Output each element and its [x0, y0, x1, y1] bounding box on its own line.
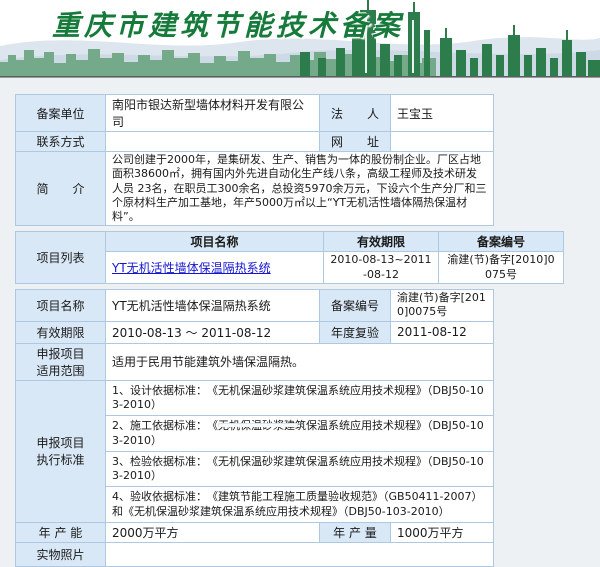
filing-number-label: 备案编号 — [320, 290, 391, 322]
scope-value: 适用于民用节能建筑外墙保温隔热。 — [106, 343, 494, 380]
project-number-cell: 渝建(节)备字[2010]0075号 — [439, 252, 564, 284]
company-info-table: 备案单位 南阳市银达新型墙体材料开发有限公司 法 人 王宝玉 联系方式 网 址 … — [15, 94, 494, 226]
project-validity-cell: 2010-08-13~2011-08-12 — [324, 252, 439, 284]
col-header-validity: 有效期限 — [324, 232, 439, 252]
annual-review-value: 2011-08-12 — [391, 321, 494, 343]
validity-label: 有效期限 — [16, 321, 106, 343]
project-name-value: YT无机活性墙体保温隔热系统 — [106, 290, 320, 322]
validity-value: 2010-08-13 ～ 2011-08-12 — [106, 321, 320, 343]
standards-value: 1、设计依据标准： 《无机保温砂浆建筑保温系统应用技术规程》（DBJ50-103… — [106, 380, 494, 522]
content-area: 备案单位 南阳市银达新型墙体材料开发有限公司 法 人 王宝玉 联系方式 网 址 … — [0, 78, 600, 567]
project-name-label: 项目名称 — [16, 290, 106, 322]
annual-output-label: 年 产 量 — [320, 523, 391, 543]
standards-label: 申报项目 执行标准 — [16, 380, 106, 522]
contact-value — [106, 132, 320, 152]
filing-number-value: 渝建(节)备字[2010]0075号 — [391, 290, 494, 322]
legal-person-value: 王宝玉 — [391, 95, 494, 132]
annual-capacity-label: 年 产 能 — [16, 523, 106, 543]
annual-capacity-value: 2000万平方 — [106, 523, 320, 543]
annual-output-value: 1000万平方 — [391, 523, 494, 543]
intro-label: 简 介 — [16, 152, 106, 226]
website-value — [391, 132, 494, 152]
standard-item-design: 1、设计依据标准： 《无机保温砂浆建筑保温系统应用技术规程》（DBJ50-103… — [106, 381, 493, 417]
header-banner: 重庆市建筑节能技术备案 — [0, 0, 600, 78]
project-list-table: 项目列表 项目名称 有效期限 备案编号 YT无机活性墙体保温隔热系统 2010-… — [15, 231, 564, 284]
col-header-filing-number: 备案编号 — [439, 232, 564, 252]
website-label: 网 址 — [320, 132, 391, 152]
legal-person-label: 法 人 — [320, 95, 391, 132]
project-detail-table: 项目名称 YT无机活性墙体保温隔热系统 备案编号 渝建(节)备字[2010]00… — [15, 289, 494, 567]
project-list-label: 项目列表 — [16, 232, 106, 284]
page-title: 重庆市建筑节能技术备案 — [52, 4, 404, 44]
intro-value: 公司创建于2000年，是集研发、生产、销售为一体的股份制企业。厂区占地面积386… — [106, 152, 494, 226]
photo-value — [106, 543, 494, 567]
filing-unit-label: 备案单位 — [16, 95, 106, 132]
annual-review-label: 年度复验 — [320, 321, 391, 343]
col-header-project-name: 项目名称 — [106, 232, 324, 252]
standard-item-construction: 2、施工依据标准： 《无机保温砂浆建筑保温系统应用技术规程》（DBJ50-103… — [106, 416, 493, 452]
scope-label: 申报项目 适用范围 — [16, 343, 106, 380]
project-name-link[interactable]: YT无机活性墙体保温隔热系统 — [112, 261, 271, 275]
standard-item-inspection: 3、检验依据标准： 《无机保温砂浆建筑保温系统应用技术规程》（DBJ50-103… — [106, 452, 493, 488]
contact-label: 联系方式 — [16, 132, 106, 152]
standard-item-acceptance: 4、验收依据标准： 《建筑节能工程施工质量验收规范》（GB50411-2007）… — [106, 487, 493, 522]
photo-label: 实物照片 — [16, 543, 106, 567]
filing-unit-value: 南阳市银达新型墙体材料开发有限公司 — [106, 95, 320, 132]
footer-element-partial — [218, 423, 298, 427]
